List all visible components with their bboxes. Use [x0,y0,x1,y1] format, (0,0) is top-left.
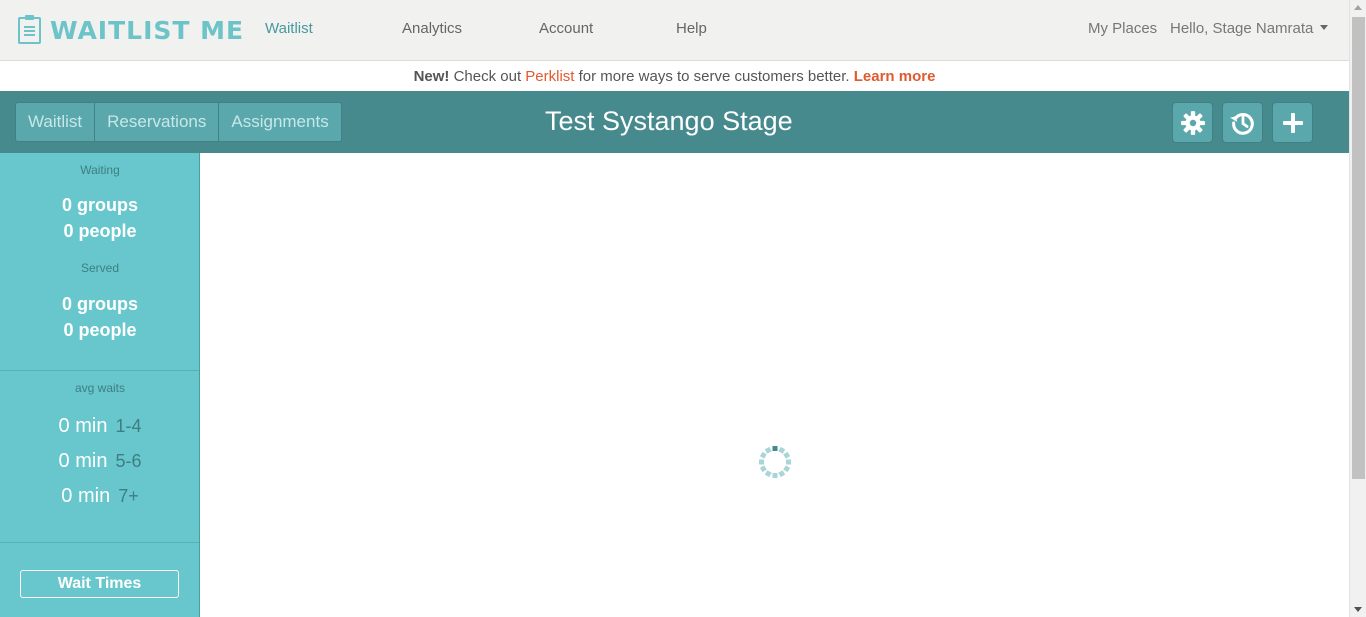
nav-analytics[interactable]: Analytics [402,20,462,37]
avg-wait-minutes: 0 min [61,485,111,507]
avg-wait-party-size: 7+ [118,486,139,506]
user-greeting: Hello, Stage Namrata [1170,20,1314,37]
waiting-groups: 0 groups [61,195,138,215]
history-button[interactable] [1222,102,1263,143]
loading-spinner-icon [759,446,791,478]
nav-help[interactable]: Help [676,20,707,37]
view-tabs: Waitlist Reservations Assignments [15,102,342,142]
waitlist-content [200,153,1349,617]
place-toolbar: Waitlist Reservations Assignments Test S… [0,91,1349,153]
app-logo[interactable]: WAITLIST ME [18,14,244,46]
top-navbar: WAITLIST ME Waitlist Analytics Account H… [0,0,1349,61]
gear-icon [1180,110,1205,135]
nav-waitlist[interactable]: Waitlist [265,20,313,37]
waiting-people: 0 people [63,221,137,241]
perklist-link[interactable]: Perklist [525,68,574,85]
avg-wait-party-size: 5-6 [115,451,142,471]
learn-more-link[interactable]: Learn more [854,68,936,85]
scroll-up-icon[interactable] [1354,5,1362,10]
scroll-down-icon[interactable] [1354,607,1362,612]
my-places-link[interactable]: My Places [1088,20,1157,37]
waiting-label: Waiting [80,163,120,177]
caret-down-icon [1320,24,1329,30]
page-scrollbar[interactable] [1349,0,1366,617]
sidebar-divider [0,370,199,371]
announcement-text-2: for more ways to serve customers better. [574,68,854,85]
announcement-text-1: Check out [449,68,526,85]
avg-wait-minutes: 0 min [58,450,108,472]
tab-waitlist[interactable]: Waitlist [15,102,96,142]
avg-wait-row: 0 min 1-4 [0,415,200,438]
settings-button[interactable] [1172,102,1213,143]
logo-text: WAITLIST ME [50,15,245,45]
served-label: Served [80,261,120,275]
served-people: 0 people [63,320,137,340]
clipboard-icon [18,14,41,44]
avg-wait-row: 0 min 5-6 [0,450,200,473]
tab-assignments[interactable]: Assignments [218,102,342,142]
sidebar-divider [0,542,199,543]
avg-wait-party-size: 1-4 [115,416,142,436]
announcement-bar: New! Check out Perklist for more ways to… [0,62,1349,91]
history-icon [1229,112,1254,135]
served-groups: 0 groups [61,294,138,314]
nav-account[interactable]: Account [539,20,593,37]
avg-wait-row: 0 min 7+ [0,485,200,508]
user-menu[interactable]: Hello, Stage Namrata [1170,20,1329,37]
place-title: Test Systango Stage [545,106,793,136]
announcement-new-label: New! [413,68,450,85]
tab-reservations[interactable]: Reservations [94,102,220,142]
plus-icon [1282,112,1303,133]
wait-times-button[interactable]: Wait Times [20,570,179,598]
stats-sidebar: Waiting 0 groups 0 people Served 0 group… [0,153,200,617]
scroll-thumb[interactable] [1352,17,1365,479]
add-button[interactable] [1272,102,1313,143]
avg-wait-minutes: 0 min [58,415,108,437]
avg-waits-label: avg waits [74,381,126,395]
